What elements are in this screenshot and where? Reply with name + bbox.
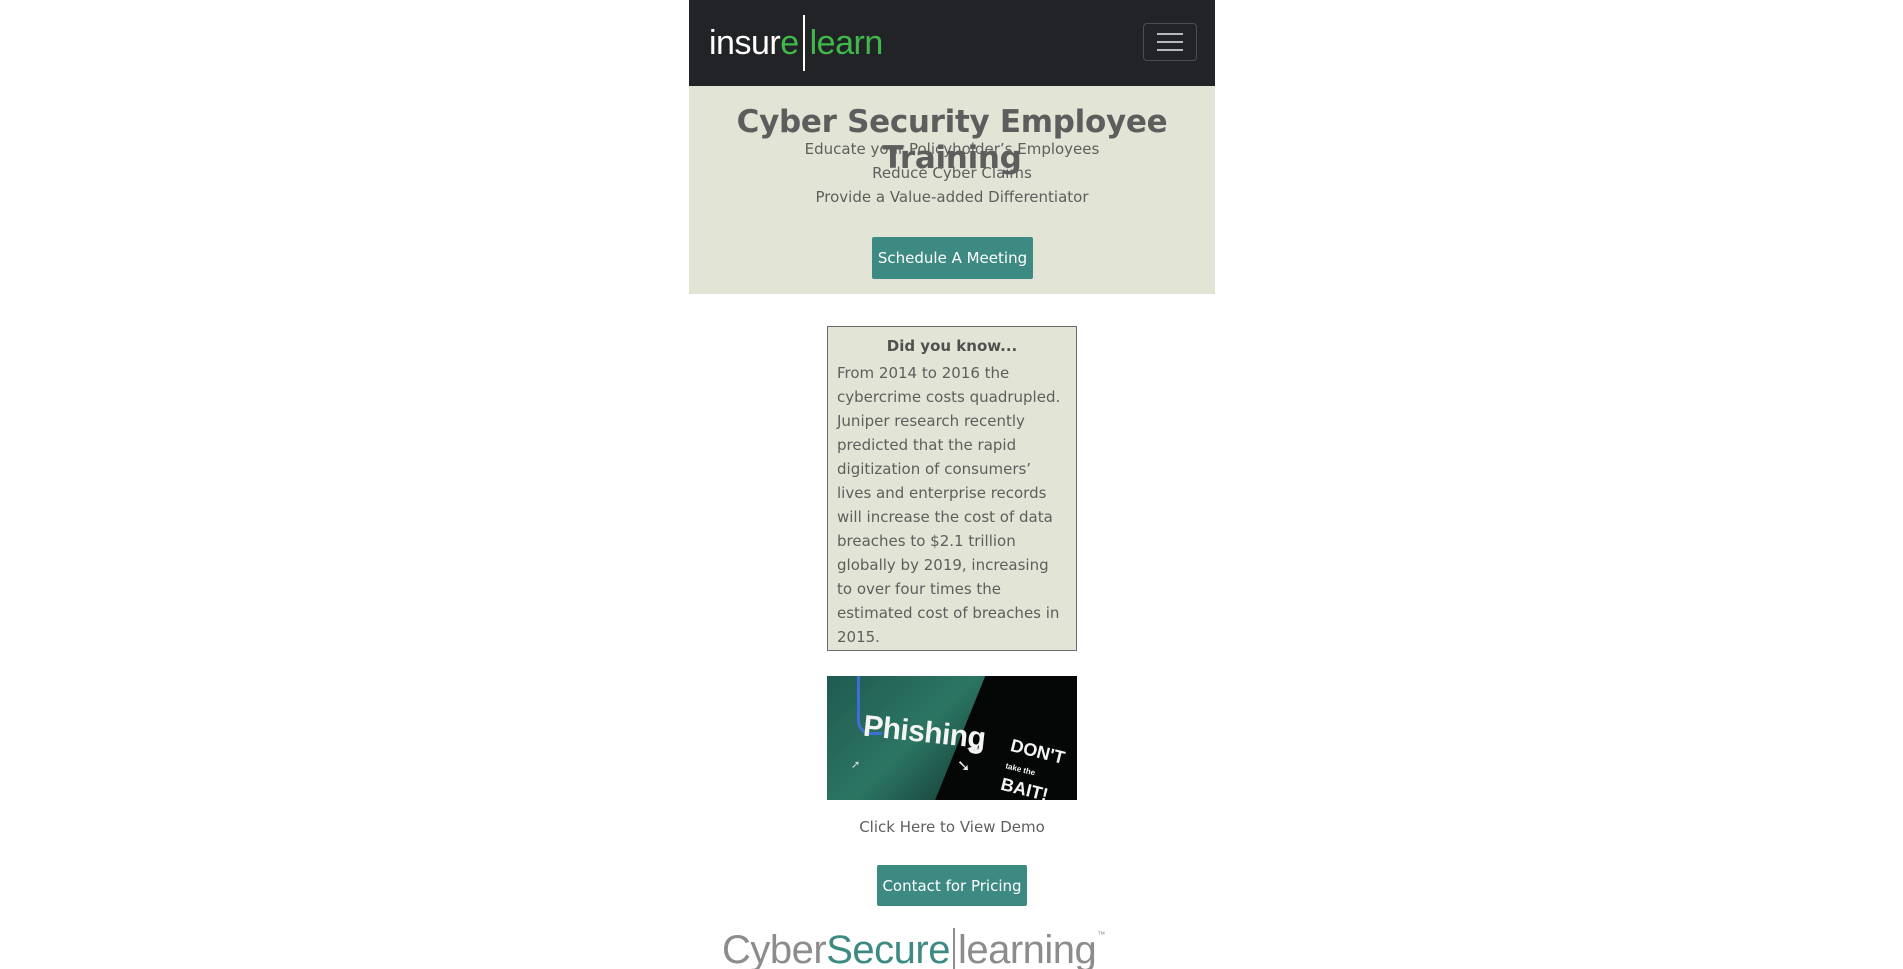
hamburger-icon-line — [1157, 49, 1183, 51]
phishing-demo-image[interactable]: ◄ ➘ ➚ Phishing DON'T take the BAIT! — [827, 676, 1077, 800]
view-demo-link[interactable]: Click Here to View Demo — [689, 818, 1215, 836]
hero-line-3: Provide a Value-added Differentiator — [815, 188, 1089, 206]
did-you-know-title: Did you know... — [886, 337, 1018, 355]
logo-text-e: e — [780, 23, 799, 62]
footer-logo-divider — [952, 928, 955, 969]
contact-pricing-button[interactable]: Contact for Pricing — [877, 865, 1027, 906]
footer-logo-learning: learning — [957, 928, 1097, 969]
page: insur e learn Cyber Security Employee Trai… — [689, 0, 1215, 969]
logo-text-learn: learn — [809, 23, 884, 62]
schedule-meeting-button[interactable]: Schedule A Meeting — [872, 237, 1033, 279]
navbar: insur e learn — [689, 0, 1215, 86]
hero-line-2: Reduce Cyber Claims — [872, 164, 1032, 182]
brand-logo[interactable]: insur e learn — [709, 14, 883, 72]
footer-logo-secure: Secure — [826, 928, 950, 969]
logo-text-insur: insur — [709, 23, 781, 62]
footer-logo-cyber: Cyber — [722, 928, 827, 969]
hamburger-icon-line — [1157, 41, 1183, 43]
menu-toggle-button[interactable] — [1143, 23, 1197, 61]
did-you-know-box: Did you know... From 2014 to 2016 the cy… — [827, 326, 1077, 651]
trademark-symbol: ™ — [1097, 930, 1105, 939]
cursor-arrow-icon: ➚ — [851, 758, 861, 771]
cursor-arrow-icon: ➘ — [957, 756, 971, 775]
did-you-know-text: From 2014 to 2016 the cybercrime costs q… — [837, 364, 1061, 646]
cybersecure-learning-logo: Cyber Secure learning ™ — [722, 928, 1105, 969]
hamburger-icon — [1157, 33, 1183, 35]
logo-divider — [802, 15, 805, 71]
hero-section: Cyber Security Employee Training Educate… — [689, 86, 1215, 294]
hero-line-1: Educate your Policyholder’s Employees — [804, 140, 1100, 158]
